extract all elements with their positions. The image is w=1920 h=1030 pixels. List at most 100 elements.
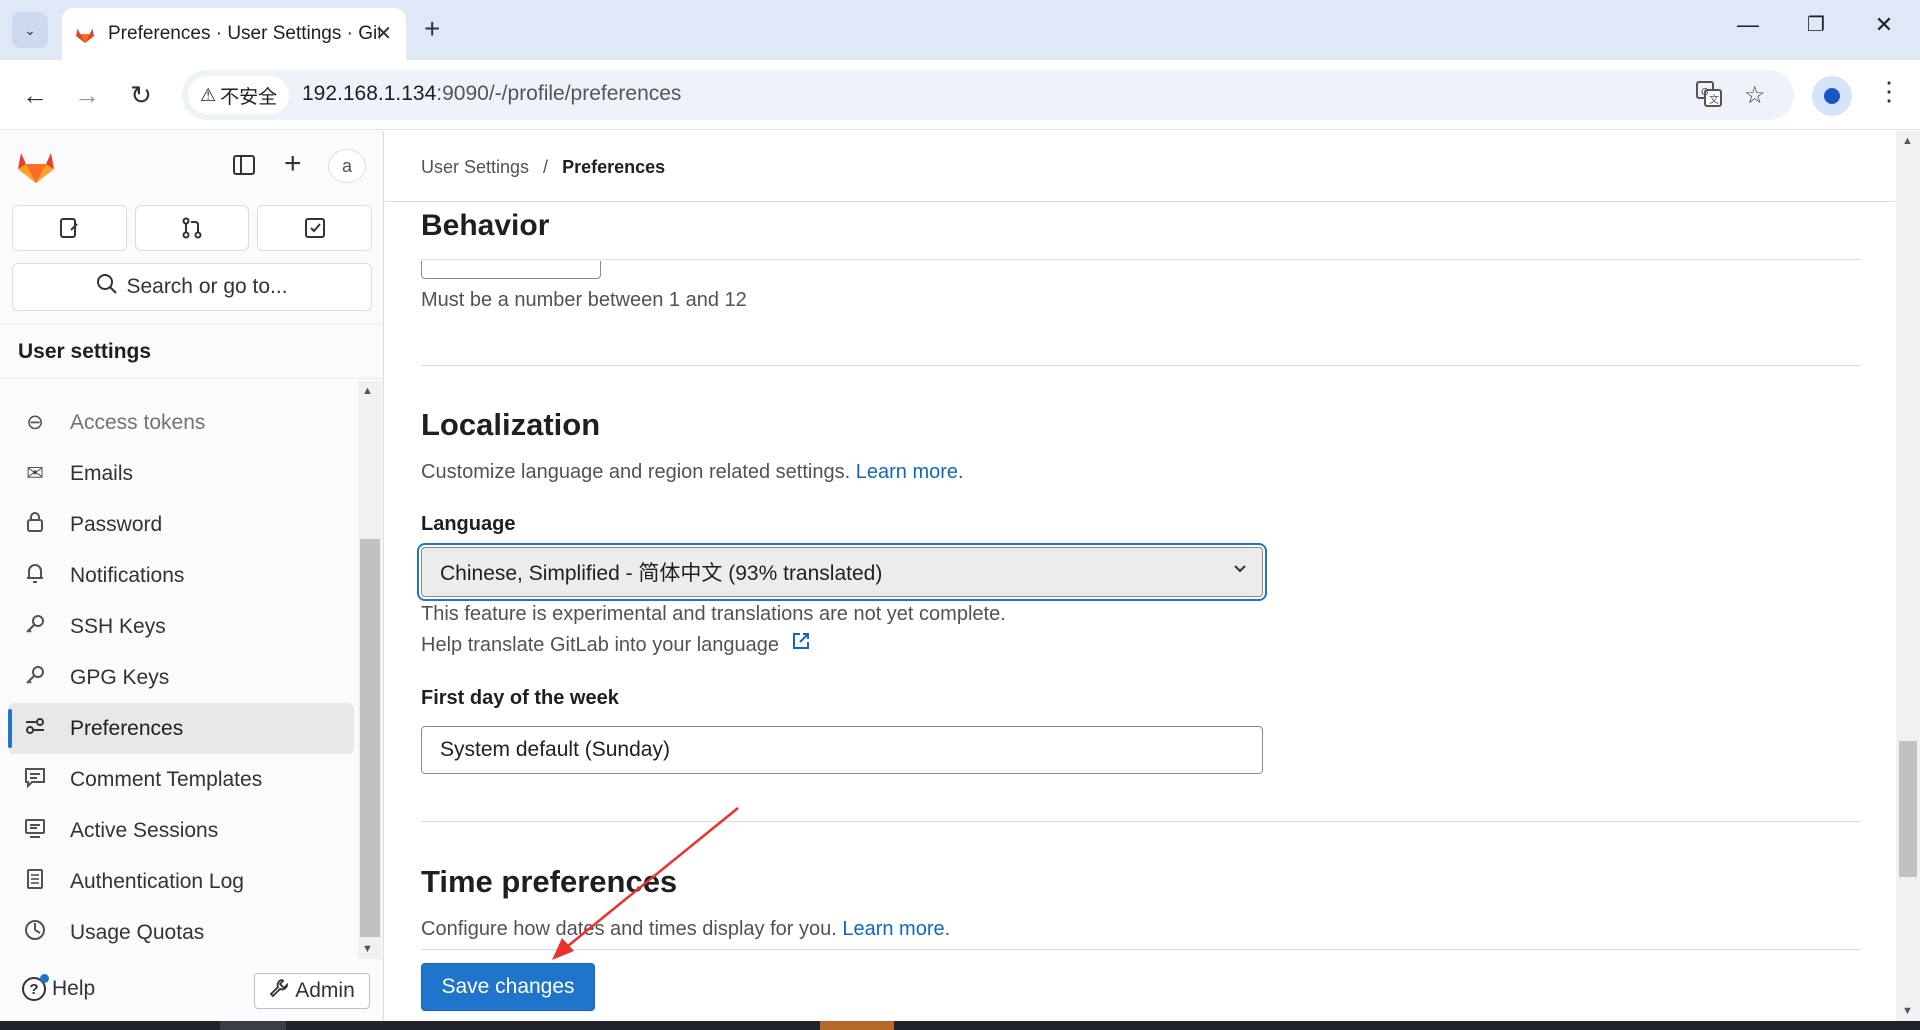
sidebar-item-active-sessions[interactable]: Active Sessions — [8, 805, 354, 856]
sidebar-item-ssh-keys[interactable]: SSH Keys — [8, 601, 354, 652]
sidebar-item-comment-templates[interactable]: Comment Templates — [8, 754, 354, 805]
sidebar-item-emails[interactable]: ✉ Emails — [8, 448, 354, 499]
new-tab-icon[interactable]: + — [424, 14, 440, 44]
page-scrollbar[interactable]: ▲ ▼ — [1896, 131, 1920, 1021]
sidebar-item-label: GPG Keys — [70, 665, 170, 689]
time-preferences-description-text: Configure how dates and times display fo… — [421, 918, 837, 940]
sidebar-item-preferences[interactable]: Preferences — [8, 703, 354, 754]
scroll-up-icon[interactable]: ▲ — [1902, 135, 1913, 147]
url-text[interactable]: 192.168.1.134:9090/-/profile/preferences — [302, 82, 681, 106]
gitlab-logo-icon[interactable] — [16, 147, 56, 185]
mail-icon: ✉ — [26, 462, 44, 485]
chevron-down-icon — [1232, 560, 1248, 581]
browser-tab[interactable]: Preferences · User Settings · GitLab ✕ — [62, 8, 406, 60]
bookmark-star-icon[interactable]: ☆ — [1744, 81, 1766, 110]
admin-button[interactable]: Admin — [254, 973, 370, 1009]
security-label: 不安全 — [220, 86, 278, 108]
section-divider — [421, 365, 1861, 366]
help-translate-link[interactable]: Help translate GitLab into your language — [421, 631, 811, 657]
first-day-selected-value: System default (Sunday) — [440, 738, 670, 761]
search-button[interactable]: Search or go to... — [12, 263, 372, 311]
translate-icon[interactable]: G文 — [1696, 81, 1722, 114]
page-scroll-thumb[interactable] — [1899, 741, 1917, 877]
merge-requests-button[interactable] — [134, 205, 250, 251]
sidebar-item-notifications[interactable]: Notifications — [8, 550, 354, 601]
breadcrumb-preferences[interactable]: Preferences — [562, 157, 665, 178]
gitlab-favicon-icon — [76, 28, 94, 43]
issues-button[interactable] — [12, 205, 127, 251]
avatar[interactable]: a — [328, 149, 366, 183]
reload-icon[interactable]: ↻ — [124, 80, 158, 110]
breadcrumb: User Settings / Preferences — [421, 157, 665, 178]
todo-icon — [304, 218, 325, 238]
language-label: Language — [421, 513, 516, 535]
localization-description: Customize language and region related se… — [421, 461, 964, 483]
log-icon — [22, 868, 48, 896]
taskbar-app[interactable] — [820, 1021, 894, 1030]
svg-text:文: 文 — [1709, 93, 1719, 106]
comment-icon — [22, 766, 48, 794]
first-day-select[interactable]: System default (Sunday) — [421, 726, 1263, 774]
sidebar-item-label: Notifications — [70, 563, 185, 587]
time-preferences-learn-more-link[interactable]: Learn more — [842, 918, 944, 940]
sidebar-scroll-thumb[interactable] — [360, 539, 380, 937]
close-window-icon[interactable]: ✕ — [1864, 12, 1904, 38]
sidebar-nav: ⊖ Access tokens ✉ Emails Password Notifi… — [8, 397, 354, 958]
taskbar-app[interactable] — [220, 1021, 286, 1030]
sidebar-footer: ? Help Admin — [0, 963, 383, 1021]
minimize-icon[interactable]: — — [1728, 12, 1768, 38]
svg-text:G: G — [1701, 87, 1709, 98]
scroll-down-icon[interactable]: ▼ — [362, 943, 373, 955]
collapse-sidebar-icon[interactable] — [232, 153, 256, 184]
omnibox[interactable]: ⚠ 不安全 192.168.1.134:9090/-/profile/prefe… — [182, 70, 1794, 120]
close-tab-icon[interactable]: ✕ — [375, 21, 392, 46]
help-button[interactable]: ? Help — [22, 974, 96, 1001]
sidebar-item-access-tokens[interactable]: ⊖ Access tokens — [8, 397, 354, 448]
back-icon[interactable]: ← — [18, 80, 52, 110]
breadcrumb-user-settings[interactable]: User Settings — [421, 157, 529, 178]
bell-icon — [22, 562, 48, 590]
address-bar: ← → ↻ ⚠ 不安全 192.168.1.134:9090/-/profile… — [0, 60, 1920, 130]
sidebar-item-gpg-keys[interactable]: GPG Keys — [8, 652, 354, 703]
help-label: Help — [52, 977, 96, 1000]
lock-icon — [22, 511, 48, 539]
external-link-icon — [791, 631, 811, 656]
sidebar-scrollbar[interactable]: ▲ ▼ — [358, 381, 382, 959]
sidebar-item-label: Usage Quotas — [70, 920, 205, 944]
monitor-icon — [22, 817, 48, 845]
time-preferences-description: Configure how dates and times display fo… — [421, 918, 951, 940]
token-icon: ⊖ — [26, 411, 44, 434]
sidebar: + a Search or go to... User settings ⊖ A… — [0, 131, 384, 1021]
security-chip[interactable]: ⚠ 不安全 — [188, 76, 290, 114]
browser-menu-icon[interactable]: ⋮ — [1876, 76, 1902, 107]
create-new-icon[interactable]: + — [284, 147, 302, 181]
time-preferences-title: Time preferences — [421, 864, 678, 899]
sidebar-item-label: Access tokens — [70, 410, 206, 434]
sidebar-item-usage-quotas[interactable]: Usage Quotas — [8, 907, 354, 958]
search-icon — [96, 273, 118, 301]
scroll-down-icon[interactable]: ▼ — [1902, 1005, 1913, 1017]
url-path: :9090/-/profile/preferences — [436, 82, 682, 105]
forward-icon[interactable]: → — [70, 80, 104, 110]
url-host: 192.168.1.134 — [302, 82, 437, 105]
preferences-icon — [22, 715, 48, 743]
tab-width-hint: Must be a number between 1 and 12 — [421, 289, 747, 311]
save-changes-button[interactable]: Save changes — [421, 963, 595, 1011]
browser-tab-bar: ⌄ Preferences · User Settings · GitLab ✕… — [0, 0, 1920, 60]
tab-search-chevron-icon[interactable]: ⌄ — [12, 12, 48, 48]
localization-learn-more-link[interactable]: Learn more — [856, 461, 958, 483]
restore-icon[interactable]: ❐ — [1796, 12, 1836, 37]
language-select[interactable]: Chinese, Simplified - 简体中文 (93% translat… — [421, 547, 1263, 597]
scroll-up-icon[interactable]: ▲ — [362, 385, 373, 397]
profile-icon[interactable] — [1812, 76, 1852, 116]
sidebar-item-label: Password — [70, 512, 163, 536]
todos-button[interactable] — [257, 205, 373, 251]
localization-title: Localization — [421, 407, 601, 442]
issues-icon — [60, 218, 79, 238]
sidebar-item-label: Active Sessions — [70, 818, 219, 842]
main-content: User Settings / Preferences Behavior Mus… — [385, 131, 1895, 1021]
tab-width-input[interactable] — [421, 261, 601, 279]
sidebar-item-label: SSH Keys — [70, 614, 166, 638]
sidebar-item-authentication-log[interactable]: Authentication Log — [8, 856, 354, 907]
sidebar-item-password[interactable]: Password — [8, 499, 354, 550]
